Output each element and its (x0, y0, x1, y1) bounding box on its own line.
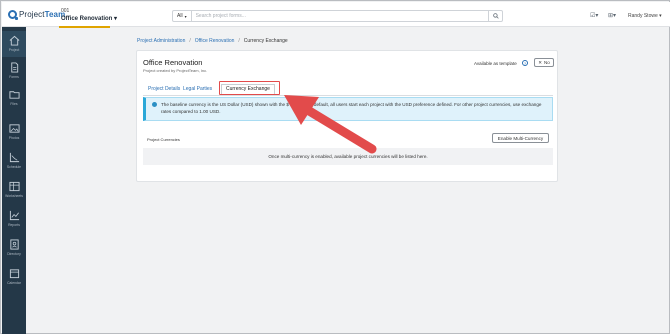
breadcrumb-current: Currency Exchange (243, 38, 288, 44)
tab-legal-parties[interactable]: Legal Parties (183, 84, 212, 95)
sidebar-item-forms[interactable]: Forms (2, 58, 26, 84)
breadcrumb: Project Administration / Office Renovati… (137, 38, 288, 44)
tab-divider (143, 95, 553, 96)
tab-bar: Project Details Legal Parties Currency E… (143, 84, 553, 95)
toggle-label: No (544, 60, 550, 65)
user-menu[interactable]: Randy Stowe ▾ (628, 13, 662, 19)
sidebar-item-project[interactable]: Project (2, 31, 26, 57)
empty-state-message: Once multi-currency is enabled, availabl… (143, 148, 553, 165)
sidebar-item-label: Project (8, 48, 20, 52)
tab-highlight-box (219, 81, 280, 95)
gantt-icon (9, 152, 19, 163)
sidebar-item-schedule[interactable]: Schedule (2, 148, 26, 174)
breadcrumb-office-renovation[interactable]: Office Renovation (195, 38, 235, 44)
sidebar-item-label: Calendar (7, 281, 21, 285)
project-id: 001 (61, 8, 70, 14)
tasks-icon[interactable]: ☑▾ (590, 12, 598, 19)
document-icon (10, 62, 18, 73)
template-toggle[interactable]: ✕ No (534, 58, 554, 67)
calendar-icon (9, 269, 19, 279)
folder-icon (8, 91, 20, 99)
apps-grid-icon[interactable]: ⊞▾ (608, 12, 616, 19)
brand-prefix: Project (19, 10, 45, 19)
template-label: Available as template (474, 61, 517, 66)
image-icon (8, 124, 20, 133)
sidebar-item-calendar[interactable]: Calendar (2, 264, 26, 290)
search-button[interactable] (488, 11, 502, 21)
search-icon (492, 13, 499, 19)
logo-text: ProjectTeam (19, 10, 65, 19)
chart-icon (9, 210, 19, 221)
app-logo[interactable]: ProjectTeam (8, 10, 65, 20)
search-bar: All ▾ (172, 10, 503, 22)
project-card: Office Renovation Project created by Pro… (136, 50, 558, 182)
breadcrumb-separator: / (189, 38, 191, 44)
info-banner: The baseline currency is the US Dollar (… (143, 97, 553, 121)
sidebar-item-label: Reports (8, 223, 20, 227)
project-currencies-label: Project Currencies (147, 137, 180, 142)
top-bar: ProjectTeam 001 Office Renovation ▾ All … (2, 2, 670, 28)
sidebar-item-label: Forms (9, 75, 19, 79)
page-subtitle: Project created by ProjectTeam, Inc. (143, 68, 208, 73)
sidebar-item-label: Photos (8, 136, 20, 140)
sidebar-item-files[interactable]: Files (2, 85, 26, 111)
tab-project-details[interactable]: Project Details (148, 84, 180, 95)
breadcrumb-project-administration[interactable]: Project Administration (137, 38, 185, 44)
project-underline (59, 26, 110, 28)
info-icon (152, 102, 157, 107)
close-icon: ✕ (538, 59, 542, 65)
search-input[interactable] (191, 13, 488, 19)
project-switcher[interactable]: Office Renovation ▾ (61, 15, 117, 22)
sidebar-item-label: Schedule (6, 165, 22, 169)
chevron-down-icon: ▾ (184, 13, 187, 19)
sidebar-item-label: Worksheets (5, 194, 23, 198)
sidebar-item-photos[interactable]: Photos (2, 119, 26, 145)
app-window: ProjectTeam 001 Office Renovation ▾ All … (0, 0, 670, 334)
search-scope-dropdown[interactable]: All ▾ (173, 11, 192, 21)
home-icon (9, 35, 19, 46)
sidebar-item-label: Files (10, 102, 18, 106)
sidebar-item-label: Directory (7, 252, 21, 256)
contacts-icon (9, 239, 19, 250)
sidebar-item-reports[interactable]: Reports (2, 206, 26, 232)
table-icon (8, 181, 20, 192)
sidebar: Project Forms Files Photos Schedule Work… (2, 27, 26, 334)
logo-icon (8, 10, 18, 20)
page-title: Office Renovation (143, 58, 203, 67)
help-icon[interactable]: ? (522, 60, 528, 66)
sidebar-item-directory[interactable]: Directory (2, 235, 26, 261)
enable-multi-currency-button[interactable]: Enable Multi-Currency (492, 133, 549, 143)
breadcrumb-separator: / (238, 38, 240, 44)
info-text: The baseline currency is the US Dollar (… (161, 102, 542, 114)
search-scope-label: All (177, 13, 183, 19)
sidebar-item-worksheets[interactable]: Worksheets (2, 177, 26, 203)
